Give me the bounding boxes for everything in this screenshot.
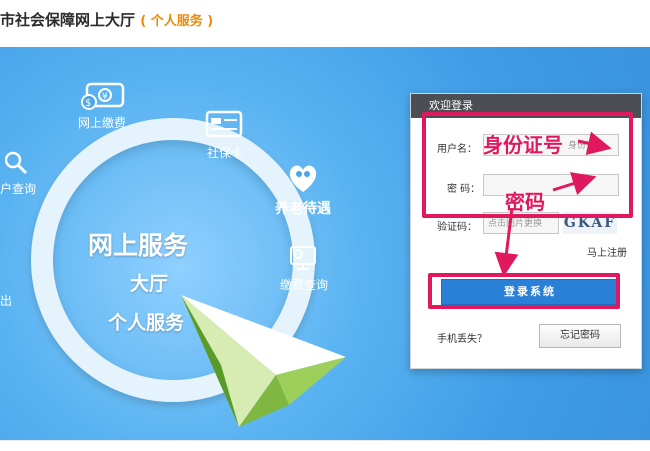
svg-text:$: $ xyxy=(85,98,91,109)
feature-label: 缴费查询 xyxy=(280,278,329,292)
page-footer-line xyxy=(0,440,650,451)
feature-label: 网上缴费 xyxy=(78,116,127,130)
elderly-care-icon xyxy=(289,165,317,192)
money-icon: ¥ $ xyxy=(81,82,125,110)
card-icon xyxy=(205,110,243,138)
paper-plane-icon xyxy=(181,295,346,427)
forgot-password-button[interactable]: 忘记密码 xyxy=(539,324,621,348)
feature-pension[interactable]: 养老待遇 xyxy=(275,160,331,218)
login-button-highlight-box xyxy=(428,273,620,309)
feature-payment-query[interactable]: 缴费查询 xyxy=(280,244,328,293)
hero-line-1: 网上服务 xyxy=(88,231,189,260)
feature-label: 出 xyxy=(0,294,13,308)
site-title: 市社会保障网上大厅 xyxy=(0,11,136,29)
feature-partial[interactable]: 出 xyxy=(0,292,12,309)
feature-social-card[interactable]: 社保卡 xyxy=(205,110,245,161)
feature-label: 社保卡 xyxy=(206,146,243,160)
hero-line-2: 大厅 xyxy=(130,273,169,295)
search-icon xyxy=(5,151,28,175)
site-subtitle: ( 个人服务 ) xyxy=(140,14,214,29)
svg-text:¥: ¥ xyxy=(102,92,108,102)
lost-phone-link[interactable]: 手机丢失？ xyxy=(437,330,487,345)
query-screen-icon xyxy=(290,246,316,270)
feature-account-query[interactable]: 户查询 xyxy=(0,150,36,197)
page-title: 市社会保障网上大厅 ( 个人服务 ) xyxy=(0,9,213,30)
page-header: 市社会保障网上大厅 ( 个人服务 ) xyxy=(0,0,650,46)
feature-online-payment[interactable]: ¥ $ 网上缴费 xyxy=(78,82,126,131)
feature-label: 养老待遇 xyxy=(275,201,331,217)
annotation-password: 密码 xyxy=(505,190,545,214)
annotation-id-number: 身份证号 xyxy=(483,133,563,157)
hero-line-3: 个人服务 xyxy=(108,312,185,334)
feature-label: 户查询 xyxy=(0,182,37,196)
captcha-label: 验证码： xyxy=(437,222,477,233)
register-link[interactable]: 马上注册 xyxy=(587,244,627,259)
